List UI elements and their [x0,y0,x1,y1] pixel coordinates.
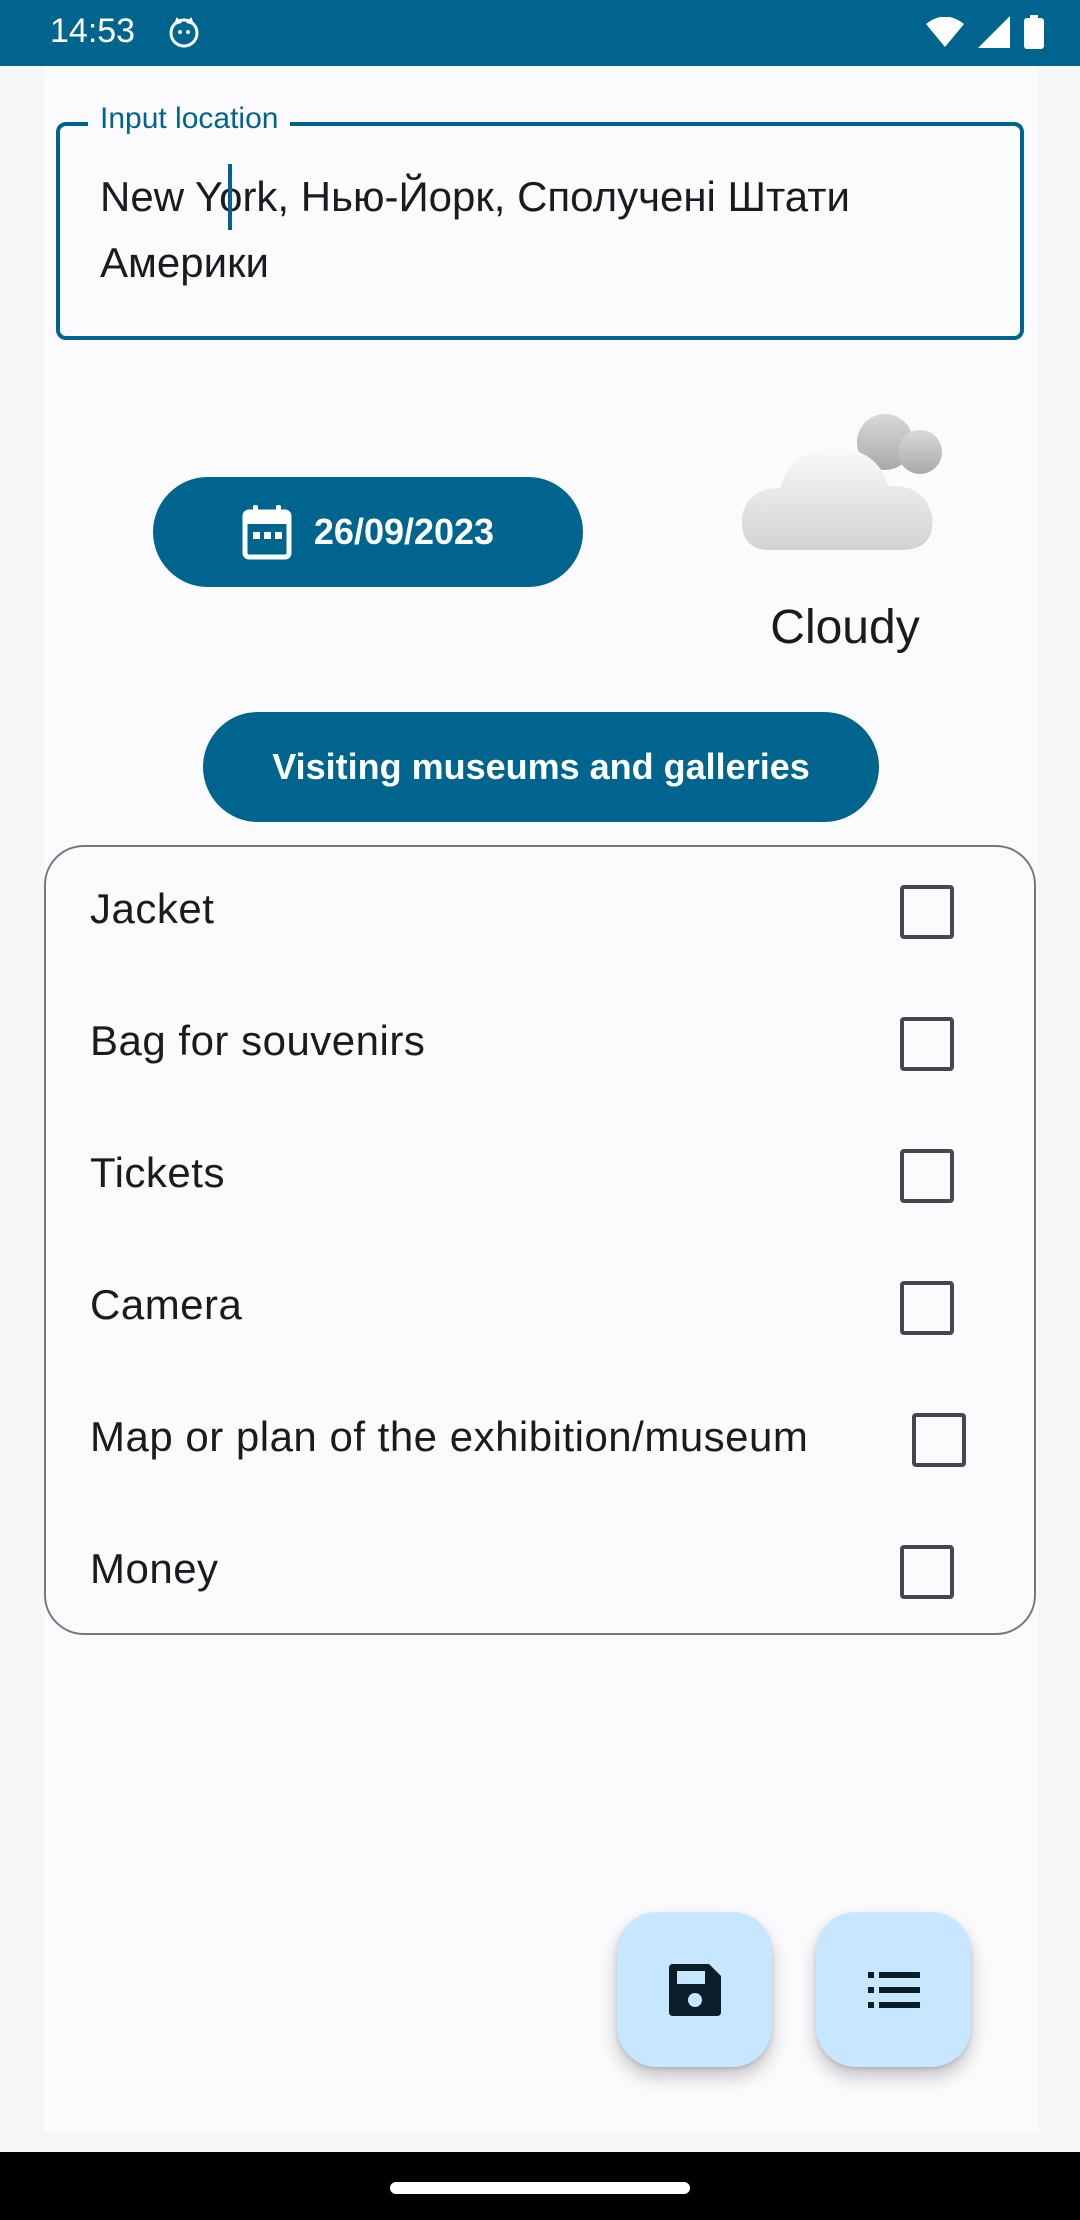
weather-label: Cloudy [770,601,920,654]
checklist-checkbox[interactable] [912,1413,966,1467]
checklist-item-label: Bag for souvenirs [90,1017,426,1064]
checklist-item-label: Money [90,1545,219,1592]
checklist-item[interactable]: Camera [46,1243,1034,1375]
checklist-checkbox[interactable] [900,1017,954,1071]
text-cursor [228,164,232,230]
checklist-item[interactable]: Jacket [46,847,1034,979]
checklist-checkbox[interactable] [900,885,954,939]
cloud-icon [741,414,942,550]
checklist-item[interactable]: Map or plan of the exhibition/museum [46,1375,1034,1507]
packing-checklist: Jacket Bag for souvenirs Tickets Camera … [44,845,1036,1635]
location-input-value[interactable]: New York, Нью-Йорк, Сполучені Штати Амер… [100,164,1000,296]
save-button[interactable] [617,1912,772,2067]
checklist-checkbox[interactable] [900,1281,954,1335]
checklist-item-label: Tickets [90,1149,225,1196]
calendar-icon [242,505,292,560]
activity-button[interactable]: Visiting museums and galleries [203,712,879,822]
checklist-item-label: Jacket [90,885,215,932]
status-bar: 14:53 [0,0,1080,66]
date-label: 26/09/2023 [313,511,495,552]
checklist-item-label: Map or plan of the exhibition/museum [90,1413,809,1460]
date-picker-button[interactable]: 26/09/2023 [153,477,583,587]
signal-icon [978,16,1010,48]
location-input-label: Input location [88,102,291,136]
cat-notification-icon [169,17,199,48]
status-time: 14:53 [50,12,136,50]
battery-icon [1024,15,1044,49]
list-icon [867,1971,920,2008]
checklist-checkbox[interactable] [900,1149,954,1203]
checklist-item[interactable]: Money [46,1507,1034,1639]
activity-label: Visiting museums and galleries [272,746,810,787]
status-icons [926,14,1044,50]
wifi-icon [926,17,964,47]
checklist-item[interactable]: Tickets [46,1111,1034,1243]
checklist-checkbox[interactable] [900,1545,954,1599]
home-gesture-handle[interactable] [390,2182,690,2194]
save-icon [668,1963,721,2016]
checklist-item[interactable]: Bag for souvenirs [46,979,1034,1111]
list-button[interactable] [816,1912,971,2067]
checklist-item-label: Camera [90,1281,243,1328]
